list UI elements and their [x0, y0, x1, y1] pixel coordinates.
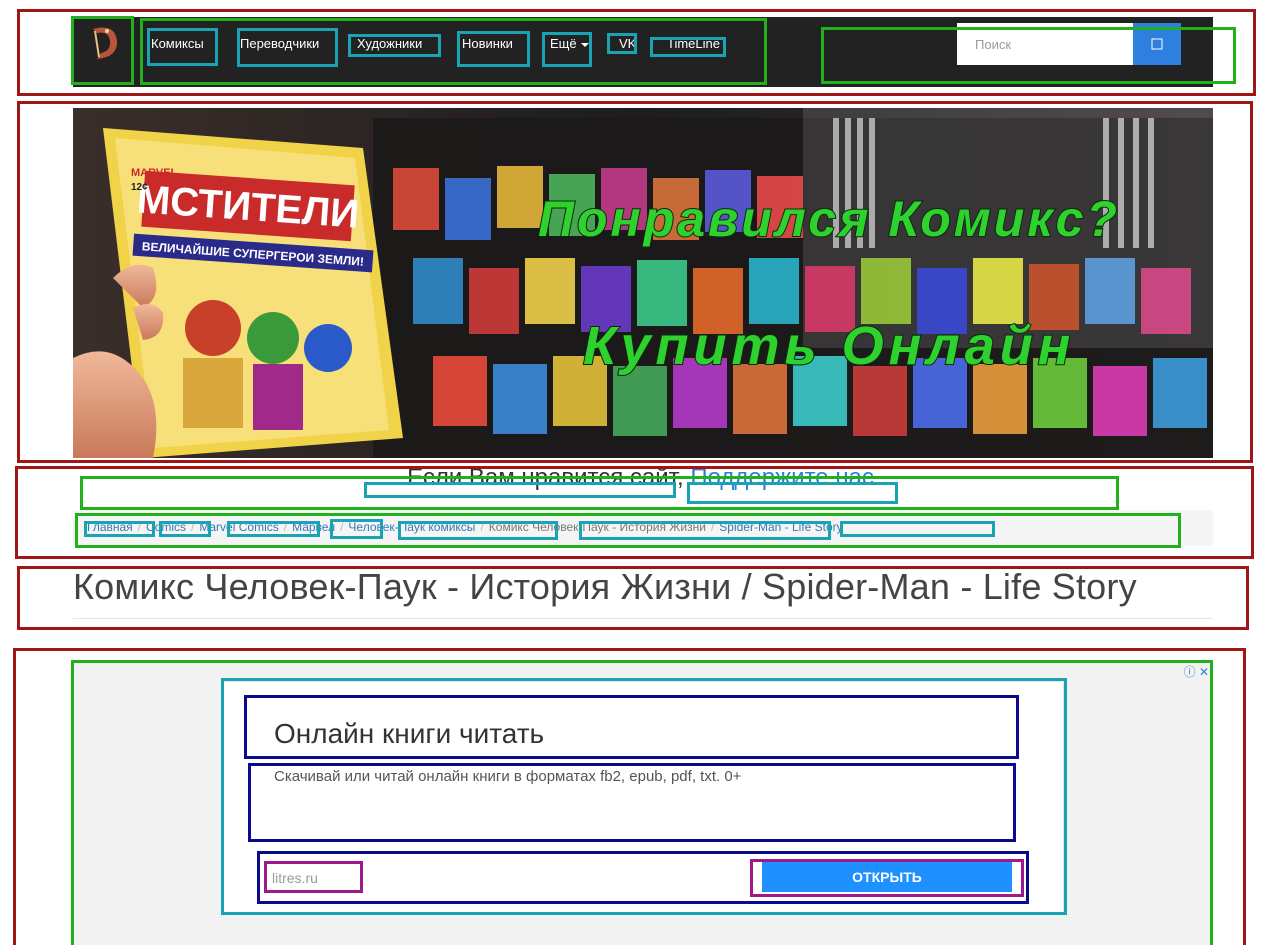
- breadcrumb-spiderman-comics[interactable]: Человек-Паук комиксы: [348, 520, 475, 534]
- support-link[interactable]: Поддержите нас: [690, 464, 874, 491]
- breadcrumb-marvel[interactable]: Марвел: [292, 520, 335, 534]
- banner-line-2: Купить Онлайн: [583, 316, 1075, 376]
- nav-label: VK: [619, 36, 637, 51]
- site-logo-icon[interactable]: [85, 23, 123, 63]
- nav-comics[interactable]: Комиксы: [151, 36, 204, 51]
- support-text: Если Вам нравится сайт,: [407, 464, 684, 491]
- ad-headline[interactable]: Онлайн книги читать: [274, 718, 544, 750]
- page-title: Комикс Человек-Паук - История Жизни / Sp…: [73, 566, 1137, 607]
- nav-label: Новинки: [462, 36, 513, 51]
- breadcrumb-home[interactable]: Главная: [87, 520, 133, 534]
- ad-url[interactable]: litres.ru: [272, 870, 318, 886]
- breadcrumb-separator: /: [191, 520, 195, 534]
- caret-down-icon: [580, 42, 589, 47]
- ad-description: Скачивай или читай онлайн книги в формат…: [274, 768, 742, 785]
- search-button[interactable]: [1133, 23, 1181, 65]
- banner-image: МСТИТЕЛИ ВЕЛИЧАЙШИЕ СУПЕРГЕРОИ ЗЕМЛИ! MA…: [73, 108, 1213, 458]
- nav-label: Художники: [357, 36, 423, 51]
- search-icon: [1151, 38, 1163, 50]
- breadcrumb-current-ru: Комикс Человек-Паук - История Жизни: [488, 520, 706, 534]
- search-input[interactable]: [957, 23, 1133, 65]
- comic-cover-price: 12¢: [131, 182, 148, 193]
- nav-more-dropdown[interactable]: Ещё: [550, 36, 589, 51]
- nav-artists[interactable]: Художники: [357, 36, 422, 51]
- nav-label: TimeLine: [667, 36, 720, 51]
- promo-banner[interactable]: МСТИТЕЛИ ВЕЛИЧАЙШИЕ СУПЕРГЕРОИ ЗЕМЛИ! MA…: [73, 108, 1213, 458]
- breadcrumb-separator: /: [710, 520, 715, 534]
- nav-label: Ещё: [550, 36, 577, 51]
- nav-vk[interactable]: VK: [619, 36, 636, 51]
- close-icon[interactable]: ✕: [1199, 665, 1209, 679]
- breadcrumb-separator: /: [340, 520, 344, 534]
- nav-new[interactable]: Новинки: [462, 36, 513, 51]
- title-divider: [73, 618, 1213, 619]
- comic-cover-brand: MARVEL: [131, 167, 178, 179]
- ad-controls: ⓘ ✕: [1184, 663, 1209, 680]
- nav-label: Комиксы: [151, 36, 204, 51]
- breadcrumb: Главная / Comics / Marvel Comics / Марвел / Чело…: [73, 510, 1213, 546]
- banner-line-1: Понравился Комикс?: [538, 191, 1120, 247]
- support-line: Если Вам нравится сайт, Поддержите нас: [0, 464, 1281, 492]
- breadcrumb-marvel-comics[interactable]: Marvel Comics: [199, 520, 278, 534]
- breadcrumb-separator: /: [137, 520, 142, 534]
- nav-label: Переводчики: [240, 36, 320, 51]
- nav-timeline[interactable]: TimeLine: [667, 36, 720, 51]
- breadcrumb-current-en[interactable]: Spider-Man - Life Story: [719, 520, 842, 534]
- breadcrumb-separator: /: [283, 520, 288, 534]
- info-icon[interactable]: ⓘ: [1184, 665, 1196, 679]
- nav-translators[interactable]: Переводчики: [240, 36, 319, 51]
- ad-open-button[interactable]: ОТКРЫТЬ: [762, 862, 1012, 892]
- ad-block: ⓘ ✕: [73, 660, 1213, 945]
- page: Комиксы Переводчики Художники Новинки Ещ…: [0, 0, 1281, 945]
- breadcrumb-comics[interactable]: Comics: [146, 520, 186, 534]
- breadcrumb-separator: /: [480, 520, 484, 534]
